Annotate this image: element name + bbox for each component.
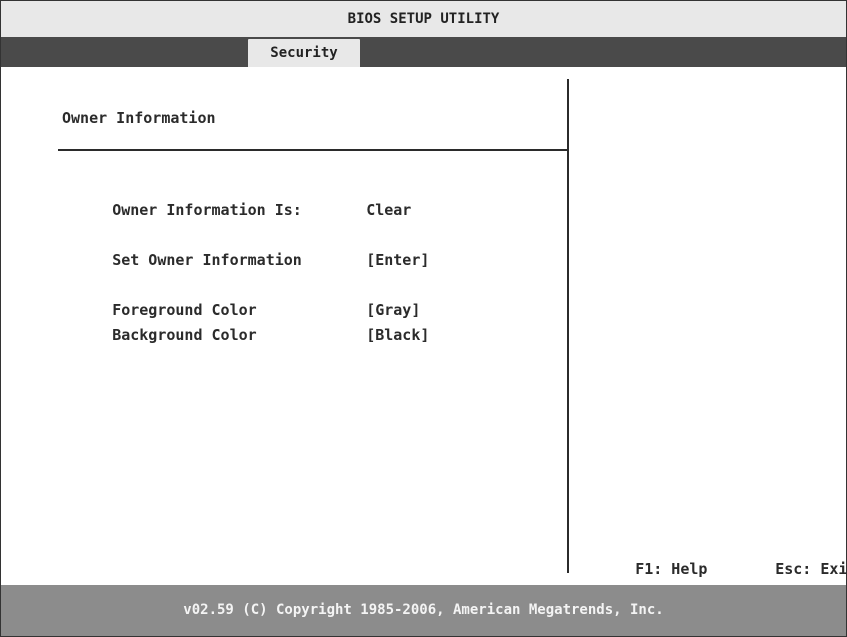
tab-security[interactable]: Security: [248, 39, 360, 67]
owner-info-status-row: Owner Information Is: Clear: [58, 183, 411, 237]
window-title: BIOS SETUP UTILITY: [1, 1, 846, 37]
help-key-esc: Esc: Exit: [775, 560, 847, 578]
section-title: Owner Information: [62, 109, 216, 127]
background-color-value[interactable]: [Black]: [366, 326, 429, 344]
panel-divider: [567, 79, 569, 573]
help-key-f1: F1: Help: [635, 560, 708, 578]
owner-info-status-value: Clear: [366, 201, 412, 219]
set-owner-info-value[interactable]: [Enter]: [366, 251, 429, 269]
set-owner-info-row[interactable]: Set Owner Information [Enter]: [58, 233, 429, 287]
main-panel: Owner Information Owner Information Is: C…: [1, 67, 847, 585]
owner-info-status-label: Owner Information Is:: [112, 201, 302, 219]
section-divider: [58, 149, 569, 151]
background-color-label: Background Color: [112, 326, 257, 344]
background-color-row[interactable]: Background Color [Black]: [58, 308, 429, 362]
set-owner-info-label: Set Owner Information: [112, 251, 302, 269]
tab-bar: Security: [1, 37, 846, 67]
bios-window: BIOS SETUP UTILITY Security Owner Inform…: [0, 0, 847, 637]
copyright-footer: v02.59 (C) Copyright 1985-2006, American…: [1, 585, 846, 636]
